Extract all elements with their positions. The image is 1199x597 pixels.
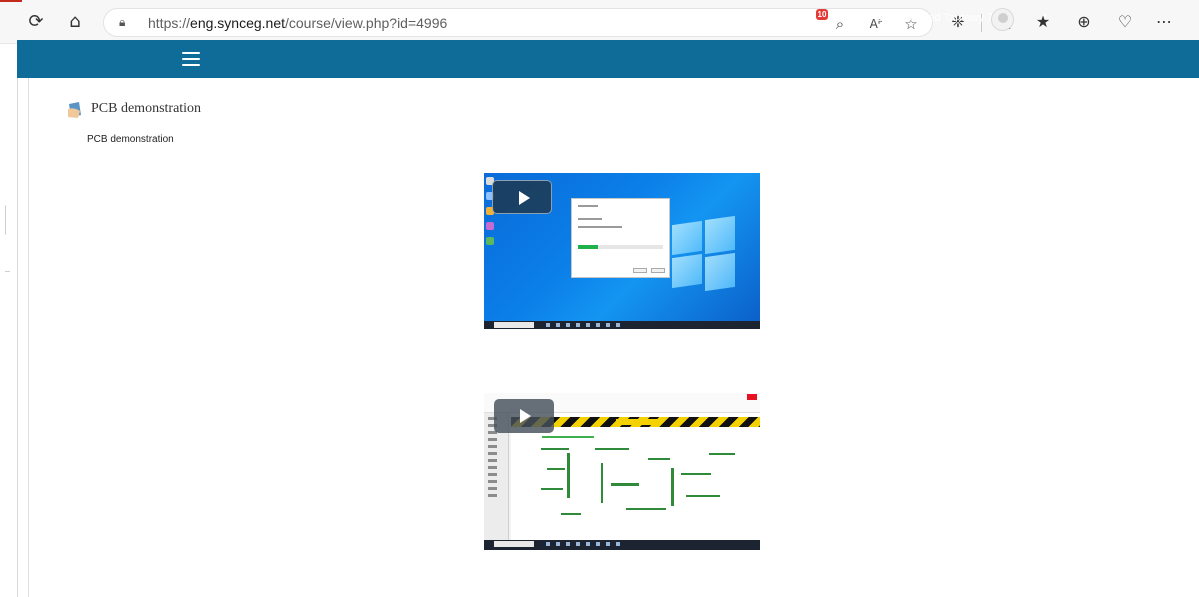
- avatar[interactable]: [991, 8, 1014, 31]
- collections-icon[interactable]: ⊕: [1072, 10, 1096, 34]
- scroll-handle[interactable]: [5, 205, 8, 235]
- app-close-icon: [747, 394, 757, 400]
- browser-toolbar: ⟳ ⌂ 🔒︎ https://eng.synceg.net/course/vie…: [0, 0, 1199, 44]
- chevron-down-icon[interactable]: ▼: [1041, 12, 1049, 21]
- video-taskbar: [484, 321, 760, 329]
- installer-video[interactable]: [484, 173, 760, 329]
- page-resource-icon: [68, 102, 81, 118]
- tab-indicator: [0, 0, 22, 2]
- page-title: PCB demonstration: [91, 101, 202, 116]
- lock-icon[interactable]: 🔒︎: [119, 15, 133, 30]
- page-description: PCB demonstration: [87, 134, 174, 145]
- schematic-video[interactable]: [484, 393, 760, 550]
- content-border: [28, 78, 29, 597]
- video-taskbar: [484, 540, 760, 550]
- more-menu-icon[interactable]: ⋯: [1152, 10, 1176, 34]
- user-name[interactable]: Dr.Shaimaa Sayed Tantawy 78 .: [849, 12, 1005, 24]
- site-navbar: [17, 40, 1199, 78]
- messages-icon[interactable]: ●: [831, 10, 841, 24]
- installer-dialog: [571, 198, 670, 278]
- green-marker: [542, 436, 594, 438]
- url-text[interactable]: https://eng.synceg.net/course/view.php?i…: [148, 15, 447, 31]
- hazard-label: [616, 419, 660, 425]
- notification-count-badge[interactable]: 10: [816, 9, 828, 20]
- gutter-mark: [5, 271, 10, 272]
- browser-essentials-icon[interactable]: ♡: [1113, 10, 1137, 34]
- play-icon[interactable]: [494, 399, 554, 433]
- menu-toggle-icon[interactable]: [182, 52, 200, 66]
- home-icon[interactable]: ⌂: [63, 10, 87, 34]
- play-icon[interactable]: [492, 180, 552, 214]
- refresh-icon[interactable]: ⟳: [24, 10, 48, 34]
- install-progress-bar: [578, 245, 663, 249]
